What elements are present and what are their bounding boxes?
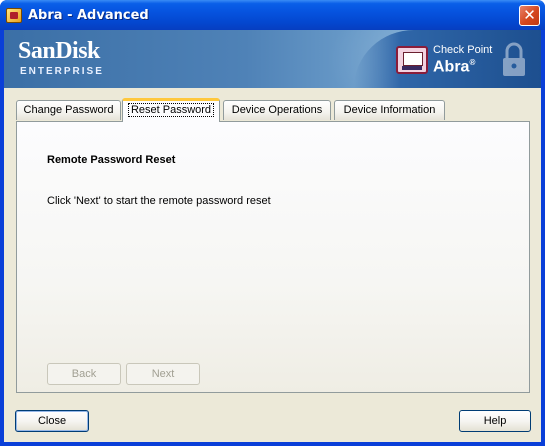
tab-change-password[interactable]: Change Password — [16, 100, 121, 120]
abra-app-icon — [6, 8, 22, 23]
window-title: Abra - Advanced — [28, 8, 149, 23]
registered-mark: ® — [469, 58, 476, 67]
tab-reset-password[interactable]: Reset Password — [122, 98, 220, 122]
abra-name: Abra — [433, 58, 470, 76]
back-button[interactable]: Back — [47, 363, 121, 385]
tab-device-operations[interactable]: Device Operations — [223, 100, 331, 120]
tab-label: Change Password — [23, 104, 114, 116]
close-button[interactable]: Close — [15, 410, 89, 432]
sandisk-banner: SanDisk ENTERPRISE Check Point Abra® — [4, 30, 541, 88]
padlock-icon — [503, 42, 525, 76]
reset-password-panel: Remote Password Reset Click 'Next' to st… — [16, 121, 530, 393]
abra-advanced-window: Abra - Advanced ✕ SanDisk ENTERPRISE Che… — [0, 0, 545, 446]
title-bar[interactable]: Abra - Advanced ✕ — [0, 0, 545, 30]
tab-device-information[interactable]: Device Information — [334, 100, 445, 120]
tab-label: Device Information — [343, 104, 436, 116]
check-point-label: Check Point — [433, 44, 493, 56]
window-close-button[interactable]: ✕ — [519, 5, 540, 26]
panel-instruction: Click 'Next' to start the remote passwor… — [47, 195, 271, 207]
tab-label: Device Operations — [231, 104, 323, 116]
sandisk-logo: SanDisk — [18, 38, 100, 64]
panel-heading: Remote Password Reset — [47, 154, 176, 166]
dialog-client-area: SanDisk ENTERPRISE Check Point Abra® Cha… — [4, 30, 541, 442]
sandisk-enterprise-label: ENTERPRISE — [20, 66, 104, 77]
next-button[interactable]: Next — [126, 363, 200, 385]
tab-label: Reset Password — [127, 103, 215, 117]
help-button[interactable]: Help — [459, 410, 531, 432]
abra-label: Abra® — [433, 58, 475, 76]
check-point-abra-icon — [396, 46, 428, 74]
